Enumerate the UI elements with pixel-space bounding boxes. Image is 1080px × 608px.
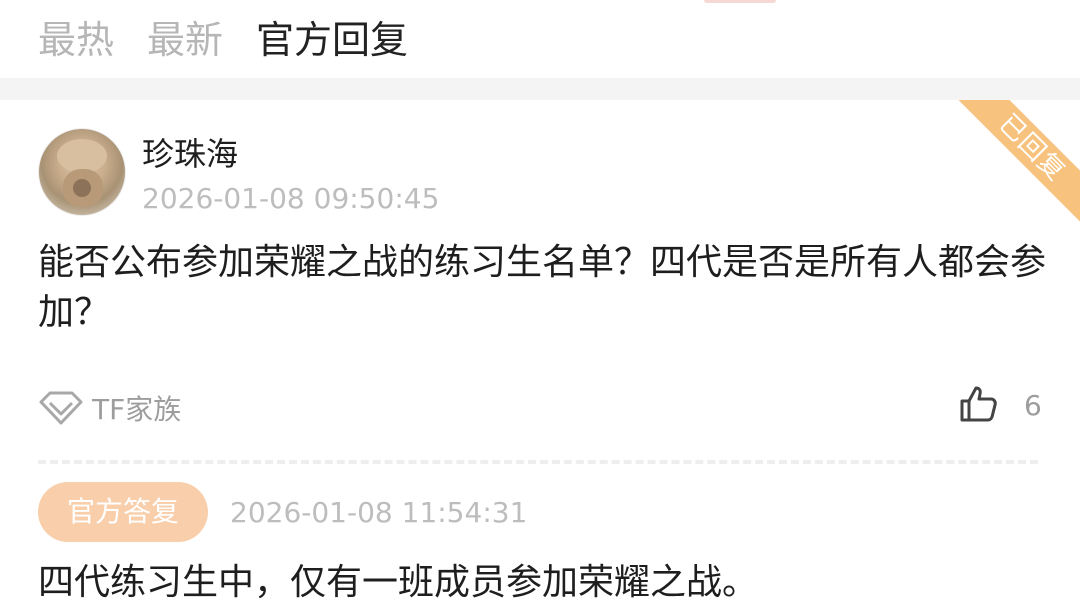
question-text: 能否公布参加荣耀之战的练习生名单？四代是否是所有人都会参加？	[38, 242, 1047, 333]
reply-text: 四代练习生中，仅有一班成员参加荣耀之战。	[38, 562, 759, 603]
top-accent-bar	[704, 0, 776, 3]
tab-hottest[interactable]: 最热	[38, 14, 114, 66]
diamond-icon	[39, 391, 83, 425]
thumbs-up-icon	[960, 386, 997, 422]
topic-tag[interactable]: TF家族	[38, 386, 181, 430]
topic-tag-label: TF家族	[92, 393, 182, 426]
tab-bar: 最热 最新 官方回复	[0, 0, 1080, 78]
section-separator	[0, 78, 1080, 100]
replied-ribbon: 已回复	[955, 100, 1080, 225]
post-timestamp: 2026-01-08 09:50:45	[142, 182, 440, 215]
question-card: 已回复 珍珠海 2026-01-08 09:50:45 能否公布参加荣耀之战的练…	[0, 100, 1080, 608]
like-count: 6	[1024, 389, 1042, 422]
like-button[interactable]	[958, 382, 998, 426]
avatar[interactable]	[38, 128, 126, 216]
tab-latest[interactable]: 最新	[147, 14, 223, 66]
divider	[38, 460, 1038, 464]
official-reply-badge: 官方答复	[38, 482, 208, 542]
reply-timestamp: 2026-01-08 11:54:31	[230, 496, 528, 529]
tab-official-reply[interactable]: 官方回复	[256, 14, 408, 66]
username[interactable]: 珍珠海	[142, 132, 238, 176]
